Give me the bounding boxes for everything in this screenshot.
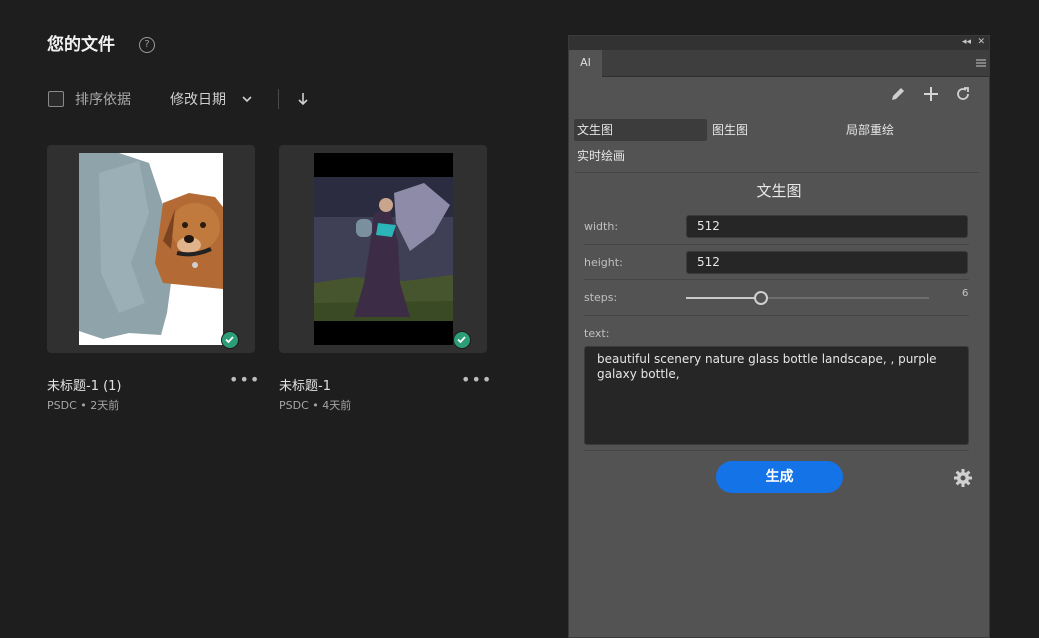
divider xyxy=(584,244,969,245)
chevron-down-icon[interactable] xyxy=(240,92,254,106)
tab-text-to-image[interactable]: 文生图 xyxy=(574,119,707,141)
panel-tab-strip: AI xyxy=(569,50,989,77)
ai-panel: ◂◂ ✕ AI 文生图 图生图 局部重绘 实时绘画 文生图 width: 512… xyxy=(568,35,990,638)
divider xyxy=(584,279,969,280)
sort-bar: 排序依据 修改日期 xyxy=(48,88,309,110)
file-meta: PSDC • 2天前 xyxy=(47,399,120,412)
height-label: height: xyxy=(584,256,623,269)
file-thumbnail xyxy=(314,153,453,345)
divider xyxy=(584,315,969,316)
collapse-icon[interactable]: ◂◂ xyxy=(962,37,971,47)
synced-check-icon xyxy=(221,331,239,349)
sort-label: 排序依据 xyxy=(75,92,131,108)
width-input[interactable]: 512 xyxy=(686,215,968,238)
gear-icon[interactable] xyxy=(953,468,973,488)
generate-button[interactable]: 生成 xyxy=(716,461,843,493)
steps-label: steps: xyxy=(584,291,618,304)
sort-direction-icon[interactable] xyxy=(297,92,309,106)
file-name[interactable]: 未标题-1 xyxy=(279,375,331,394)
panel-title-bar: ◂◂ ✕ xyxy=(569,36,989,50)
section-title: 文生图 xyxy=(756,182,802,200)
file-card[interactable] xyxy=(47,145,255,353)
more-options-icon[interactable]: ••• xyxy=(229,370,260,389)
close-icon[interactable]: ✕ xyxy=(977,37,985,47)
height-input[interactable]: 512 xyxy=(686,251,968,274)
steps-slider-fill xyxy=(686,297,762,299)
tab-ai[interactable]: AI xyxy=(569,50,602,77)
refresh-icon[interactable] xyxy=(954,85,972,103)
sort-checkbox[interactable] xyxy=(48,91,64,107)
tab-image-to-image[interactable]: 图生图 xyxy=(709,119,748,141)
panel-menu-icon[interactable] xyxy=(976,58,986,68)
help-icon[interactable]: ? xyxy=(139,37,155,53)
file-name[interactable]: 未标题-1 (1) xyxy=(47,375,122,394)
divider xyxy=(574,172,979,173)
plus-icon[interactable] xyxy=(922,85,940,103)
file-meta: PSDC • 4天前 xyxy=(279,399,352,412)
width-label: width: xyxy=(584,220,619,233)
divider xyxy=(584,450,969,451)
sort-divider xyxy=(278,89,279,109)
steps-slider-thumb[interactable] xyxy=(754,291,769,305)
steps-slider[interactable] xyxy=(686,291,929,305)
sort-field-dropdown[interactable]: 修改日期 xyxy=(170,89,226,109)
prompt-textarea[interactable]: beautiful scenery nature glass bottle la… xyxy=(584,346,969,445)
tab-inpaint[interactable]: 局部重绘 xyxy=(843,119,894,141)
text-label: text: xyxy=(584,327,610,340)
file-thumbnail xyxy=(79,153,223,345)
file-card[interactable] xyxy=(279,145,487,353)
page-title: 您的文件 xyxy=(47,35,115,55)
more-options-icon[interactable]: ••• xyxy=(461,370,492,389)
steps-value: 6 xyxy=(962,288,969,299)
synced-check-icon xyxy=(453,331,471,349)
pencil-icon[interactable] xyxy=(889,85,907,103)
tab-realtime-paint[interactable]: 实时绘画 xyxy=(574,145,625,167)
